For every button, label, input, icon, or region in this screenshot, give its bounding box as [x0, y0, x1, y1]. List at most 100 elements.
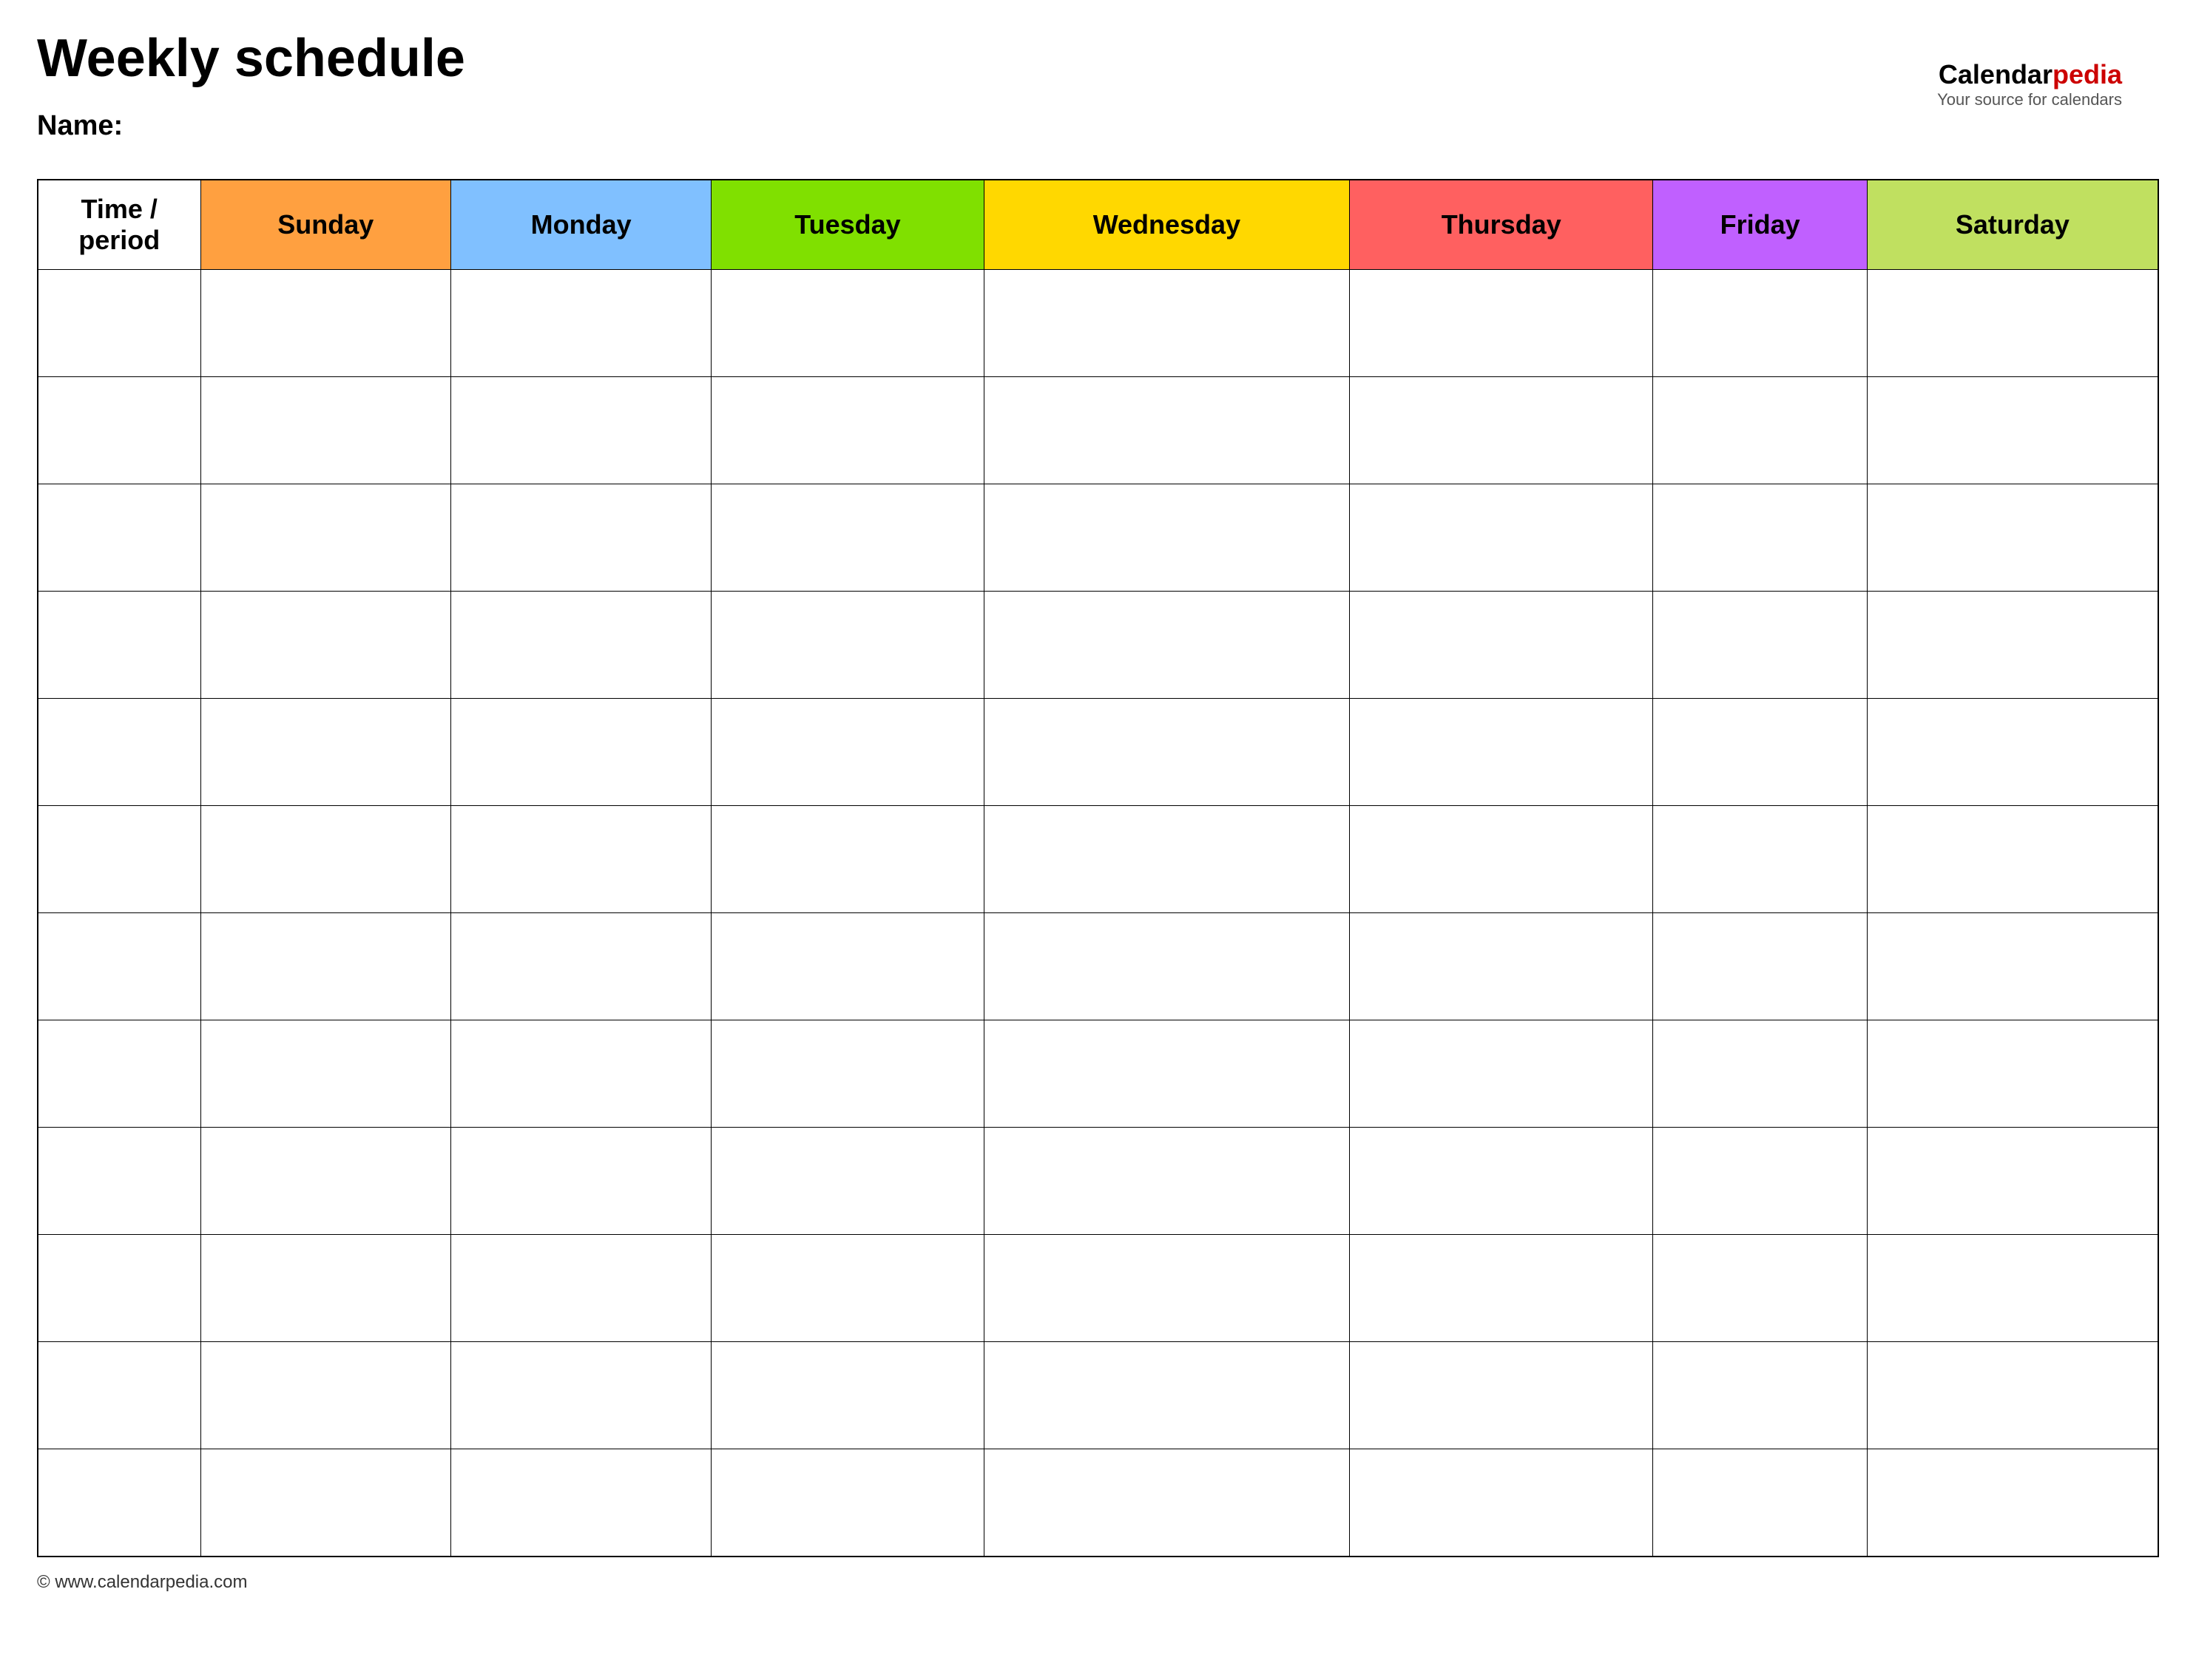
day-cell[interactable]: [712, 270, 984, 377]
day-cell[interactable]: [712, 1235, 984, 1342]
day-cell[interactable]: [451, 1128, 712, 1235]
day-cell[interactable]: [984, 377, 1349, 484]
day-cell[interactable]: [1350, 377, 1653, 484]
day-cell[interactable]: [984, 1235, 1349, 1342]
day-cell[interactable]: [984, 270, 1349, 377]
day-cell[interactable]: [1350, 1020, 1653, 1128]
day-cell[interactable]: [451, 592, 712, 699]
day-cell[interactable]: [712, 1128, 984, 1235]
day-cell[interactable]: [712, 806, 984, 913]
day-cell[interactable]: [1653, 699, 1867, 806]
day-cell[interactable]: [1653, 913, 1867, 1020]
day-cell[interactable]: [1350, 699, 1653, 806]
day-cell[interactable]: [1350, 1128, 1653, 1235]
day-cell[interactable]: [451, 270, 712, 377]
day-cell[interactable]: [984, 1449, 1349, 1557]
day-cell[interactable]: [1867, 699, 2158, 806]
day-cell[interactable]: [1653, 1449, 1867, 1557]
day-cell[interactable]: [451, 1020, 712, 1128]
day-cell[interactable]: [984, 1342, 1349, 1449]
day-cell[interactable]: [1653, 806, 1867, 913]
day-cell[interactable]: [712, 1020, 984, 1128]
day-cell[interactable]: [200, 377, 451, 484]
day-cell[interactable]: [1653, 1020, 1867, 1128]
day-cell[interactable]: [1350, 1235, 1653, 1342]
day-cell[interactable]: [712, 592, 984, 699]
day-cell[interactable]: [984, 913, 1349, 1020]
day-cell[interactable]: [200, 270, 451, 377]
day-cell[interactable]: [451, 806, 712, 913]
day-cell[interactable]: [1867, 270, 2158, 377]
day-cell[interactable]: [200, 484, 451, 592]
day-cell[interactable]: [712, 484, 984, 592]
day-cell[interactable]: [712, 377, 984, 484]
day-cell[interactable]: [1867, 1235, 2158, 1342]
day-cell[interactable]: [1350, 806, 1653, 913]
day-cell[interactable]: [1653, 484, 1867, 592]
day-cell[interactable]: [1653, 270, 1867, 377]
day-cell[interactable]: [712, 699, 984, 806]
day-cell[interactable]: [1867, 592, 2158, 699]
day-cell[interactable]: [1867, 913, 2158, 1020]
day-cell[interactable]: [200, 1342, 451, 1449]
day-cell[interactable]: [1867, 377, 2158, 484]
day-cell[interactable]: [451, 1449, 712, 1557]
day-cell[interactable]: [984, 592, 1349, 699]
day-cell[interactable]: [1653, 592, 1867, 699]
time-cell[interactable]: [38, 592, 200, 699]
day-cell[interactable]: [712, 913, 984, 1020]
day-cell[interactable]: [200, 806, 451, 913]
day-cell[interactable]: [712, 1449, 984, 1557]
day-cell[interactable]: [451, 484, 712, 592]
day-cell[interactable]: [1350, 592, 1653, 699]
time-cell[interactable]: [38, 484, 200, 592]
day-cell[interactable]: [200, 913, 451, 1020]
day-cell[interactable]: [984, 484, 1349, 592]
time-cell[interactable]: [38, 1020, 200, 1128]
day-cell[interactable]: [1867, 806, 2158, 913]
time-cell[interactable]: [38, 270, 200, 377]
day-cell[interactable]: [200, 592, 451, 699]
day-cell[interactable]: [1653, 1342, 1867, 1449]
day-cell[interactable]: [1350, 913, 1653, 1020]
day-cell[interactable]: [984, 1128, 1349, 1235]
day-cell[interactable]: [1350, 1342, 1653, 1449]
day-cell[interactable]: [1653, 1235, 1867, 1342]
day-cell[interactable]: [451, 1235, 712, 1342]
time-cell[interactable]: [38, 806, 200, 913]
time-cell[interactable]: [38, 1128, 200, 1235]
table-row: [38, 699, 2158, 806]
day-cell[interactable]: [984, 1020, 1349, 1128]
day-cell[interactable]: [1867, 1128, 2158, 1235]
day-cell[interactable]: [1867, 1449, 2158, 1557]
time-cell[interactable]: [38, 699, 200, 806]
day-cell[interactable]: [1653, 377, 1867, 484]
day-cell[interactable]: [1350, 484, 1653, 592]
day-cell[interactable]: [200, 1128, 451, 1235]
day-cell[interactable]: [200, 1235, 451, 1342]
day-cell[interactable]: [451, 913, 712, 1020]
time-cell[interactable]: [38, 913, 200, 1020]
day-cell[interactable]: [1867, 1342, 2158, 1449]
logo-tagline: Your source for calendars: [1937, 90, 2122, 109]
day-cell[interactable]: [451, 377, 712, 484]
day-cell[interactable]: [984, 806, 1349, 913]
day-cell[interactable]: [451, 699, 712, 806]
time-cell[interactable]: [38, 1235, 200, 1342]
day-cell[interactable]: [200, 1449, 451, 1557]
header-saturday: Saturday: [1867, 180, 2158, 270]
day-cell[interactable]: [984, 699, 1349, 806]
day-cell[interactable]: [200, 1020, 451, 1128]
day-cell[interactable]: [451, 1342, 712, 1449]
schedule-table: Time / period Sunday Monday Tuesday Wedn…: [37, 179, 2159, 1557]
day-cell[interactable]: [1867, 1020, 2158, 1128]
time-cell[interactable]: [38, 1449, 200, 1557]
day-cell[interactable]: [1350, 270, 1653, 377]
day-cell[interactable]: [1350, 1449, 1653, 1557]
time-cell[interactable]: [38, 377, 200, 484]
day-cell[interactable]: [1653, 1128, 1867, 1235]
day-cell[interactable]: [712, 1342, 984, 1449]
day-cell[interactable]: [1867, 484, 2158, 592]
time-cell[interactable]: [38, 1342, 200, 1449]
day-cell[interactable]: [200, 699, 451, 806]
